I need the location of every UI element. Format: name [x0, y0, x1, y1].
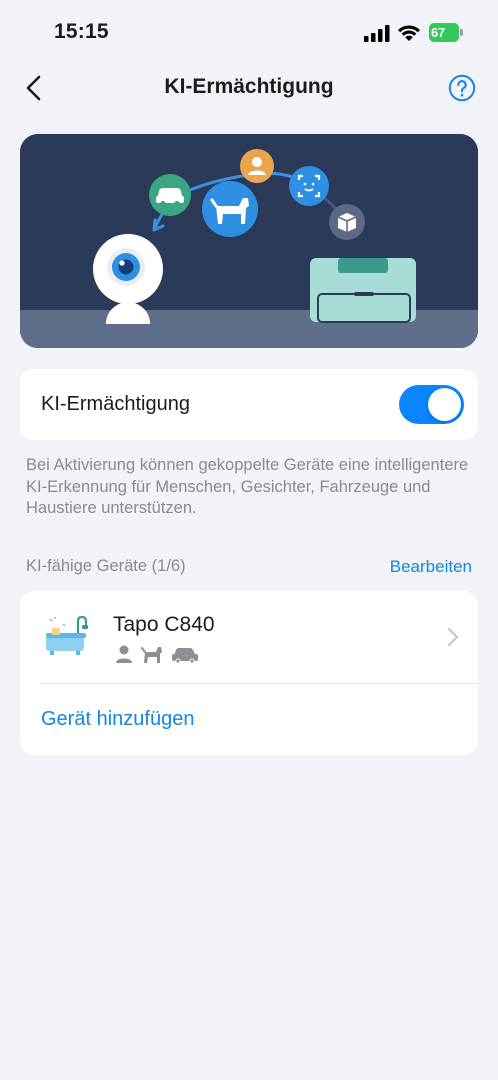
status-time: 15:15 — [54, 20, 109, 43]
person-bubble-icon — [240, 149, 274, 183]
pet-icon — [141, 647, 162, 663]
face-scan-bubble-icon — [289, 166, 329, 206]
device-name: Tapo C840 — [113, 613, 215, 636]
car-bubble-icon — [149, 174, 191, 216]
edit-button[interactable]: Bearbeiten — [390, 557, 472, 577]
ai-toggle-card: KI-Ermächtigung — [20, 369, 478, 440]
package-bubble-icon — [329, 204, 365, 240]
wifi-icon — [398, 25, 420, 41]
vehicle-icon — [172, 648, 198, 664]
ai-description: Bei Aktivierung können gekoppelte Geräte… — [26, 456, 469, 517]
help-icon[interactable] — [448, 74, 476, 102]
status-bar: 15:15 67 — [0, 0, 498, 64]
dog-bubble-icon — [202, 181, 258, 237]
battery-indicator: 67 — [429, 23, 463, 42]
page-title: KI-Ermächtigung — [164, 75, 334, 98]
add-device-button[interactable]: Gerät hinzufügen — [41, 708, 194, 731]
toggle-knob — [428, 388, 461, 421]
bathtub-room-icon — [46, 615, 88, 655]
battery-level: 67 — [431, 25, 445, 40]
ai-hero-illustration — [20, 134, 478, 348]
hub-device-icon — [310, 258, 416, 323]
device-list-card: Tapo C840 Gerät hinzufügen — [20, 591, 478, 755]
person-icon — [116, 645, 132, 663]
divider — [40, 683, 478, 684]
ai-toggle-label: KI-Ermächtigung — [41, 393, 190, 415]
ai-toggle-switch[interactable] — [399, 385, 464, 424]
device-row-tapo-c840[interactable]: Tapo C840 — [20, 591, 478, 683]
chevron-right-icon — [448, 628, 458, 646]
nav-bar: KI-Ermächtigung — [0, 64, 498, 112]
ai-devices-section-title: KI-fähige Geräte (1/6) — [26, 557, 186, 575]
cellular-signal-icon — [364, 25, 390, 42]
